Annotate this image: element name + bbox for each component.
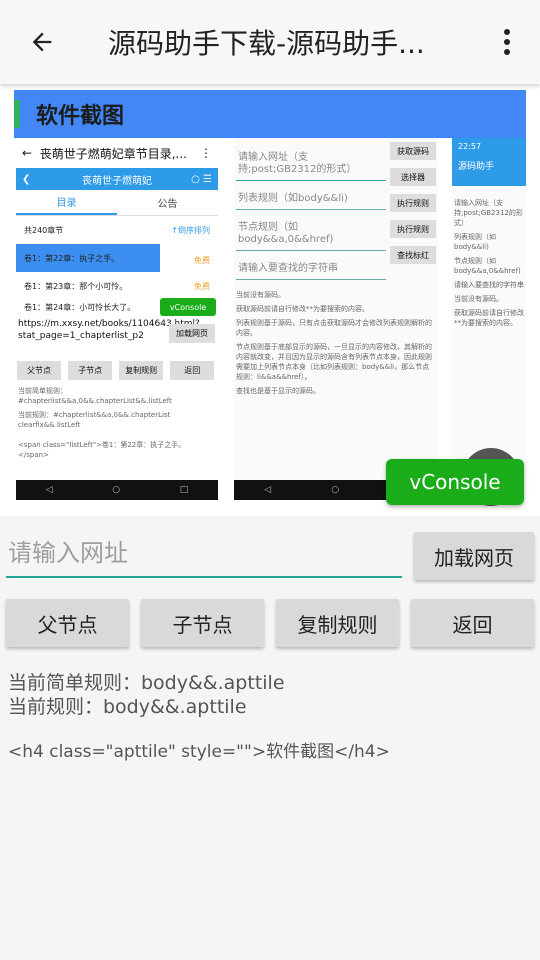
tab-notice: 公告 xyxy=(157,199,178,210)
current-rule-text: 当前规则：body&&.apttile xyxy=(8,696,247,718)
screenshot-text: 获取源码前请自行修改**为要搜索的内容。 xyxy=(236,305,369,313)
screenshot-text: 获取源码前请自行修改**为要搜索的内容。 xyxy=(454,309,524,327)
screenshot-title: 丧萌世子燃萌妃章节目录,... xyxy=(39,146,187,161)
app-screenshot-2: 请输入网址（支持;post;GB2312的形式） 列表规则（如body&&li)… xyxy=(234,138,438,500)
screenshot-find-red-button: 查找标红 xyxy=(390,246,436,264)
chapter-name: 卷1：第24章：小可怜长大了。 xyxy=(24,302,136,312)
more-options-button[interactable] xyxy=(474,0,540,84)
simple-rule-text: 当前简单规则：body&&.apttile xyxy=(8,672,285,694)
screenshot-run-rule-button-2: 执行规则 xyxy=(390,220,436,238)
back-button-bottom[interactable]: 返回 xyxy=(411,599,534,647)
screenshot-text: 当前没有源码。 xyxy=(454,295,503,303)
screenshot-load-button: 加载网页 xyxy=(169,324,215,343)
screenshot-header: 22:57 源码助手 xyxy=(452,138,526,186)
screenshot-run-rule-button: 执行规则 xyxy=(390,194,436,212)
more-vert-icon xyxy=(504,29,510,55)
screenshot-url-input: 请输入网址（支持;post;GB2312的形式） xyxy=(236,148,386,181)
screenshot-app-title: 源码助手 xyxy=(458,162,495,172)
screenshot-search-input: 请输入要查找的字符串 xyxy=(236,259,386,280)
free-tag: 免费 xyxy=(194,281,210,291)
screenshot-parent-button: 父节点 xyxy=(17,361,61,380)
chapter-count: 共240章节 xyxy=(24,225,64,235)
chapter-name: 卷1：第23章：那个小可怜。 xyxy=(24,281,128,291)
screenshot-copy-button: 复制规则 xyxy=(119,361,164,380)
parent-node-button[interactable]: 父节点 xyxy=(6,599,129,647)
screenshot-url-row: https://m.xxsy.net/books/1104643.html?st… xyxy=(16,314,218,358)
back-arrow-icon: ← xyxy=(22,146,40,160)
page-title: 源码助手下载-源码助手... xyxy=(108,27,425,60)
sort-toggle: ↑倒序排列 xyxy=(171,225,210,235)
screenshot-html: <span class="listLeft">卷1：第22章：执子之手。</sp… xyxy=(18,441,186,459)
html-output: <h4 class="apttile" style="">软件截图</h4> xyxy=(8,742,390,762)
screenshot-text: 查找也是基于显示的源码。 xyxy=(236,387,320,395)
screenshot-child-button: 子节点 xyxy=(68,361,113,380)
arrow-back-icon xyxy=(32,32,52,52)
screenshot-simple-rule: 当前简单规则：#chapterlist&&a,0&&.chapterList&&… xyxy=(18,387,172,405)
screenshot-navbar: ◁○□ xyxy=(16,480,218,500)
free-tag: 免费 xyxy=(194,255,210,265)
section-title: 软件截图 xyxy=(36,104,125,129)
url-input[interactable] xyxy=(6,530,402,578)
screenshot-rule: 当前规则：#chapterlist&&a,0&&.chapterList cle… xyxy=(18,411,171,429)
screenshot-time: 22:57 xyxy=(458,142,482,151)
free-tag-1: 免费 xyxy=(158,246,218,274)
more-vert-icon: ⋮ xyxy=(200,146,212,160)
screenshot-bar-title: 丧萌世子燃萌妃 xyxy=(82,175,152,187)
copy-rule-button[interactable]: 复制规则 xyxy=(276,599,399,647)
screenshot-text: 请输入网址（支持;post;GB2312的形式） xyxy=(454,199,523,227)
app-bar: 源码助手下载-源码助手... xyxy=(0,0,540,84)
screenshot-text: 节点规则（如body&&a,0&&href) xyxy=(454,257,521,275)
section-accent-bar xyxy=(14,100,20,128)
chapter-count-row: 共240章节 ↑倒序排列 xyxy=(16,216,218,244)
load-page-button[interactable]: 加载网页 xyxy=(414,532,534,580)
web-view[interactable]: 软件截图 ← 丧萌世子燃萌妃章节目录,... ⋮ ❮ 丧萌世子燃萌妃 ○ ☰ 目… xyxy=(0,84,540,516)
tab-catalog: 目录 xyxy=(16,190,117,215)
vconsole-button[interactable]: vConsole xyxy=(386,459,524,505)
screenshot-tabs: 目录 公告 xyxy=(16,190,218,216)
chevron-left-icon: ❮ xyxy=(22,173,31,185)
section-header: 软件截图 xyxy=(14,90,526,138)
app-screenshot-3: 22:57 源码助手 请输入网址（支持;post;GB2312的形式） 列表规则… xyxy=(452,138,526,500)
screenshot-topbar: ← 丧萌世子燃萌妃章节目录,... ⋮ xyxy=(16,138,218,168)
app-screenshot-1: ← 丧萌世子燃萌妃章节目录,... ⋮ ❮ 丧萌世子燃萌妃 ○ ☰ 目录 公告 … xyxy=(16,138,218,500)
screenshot-selector-button: 选择器 xyxy=(390,168,436,186)
screenshot-node-rule-input: 节点规则（如body&&a,0&&href) xyxy=(236,218,386,251)
screenshot-get-source-button: 获取源码 xyxy=(390,142,436,160)
screenshot-text: 列表规则基于源码，只有点击获取源码才会修改列表规则解析的内容。 xyxy=(236,319,432,337)
screenshot-list-rule-input: 列表规则（如body&&li) xyxy=(236,189,386,210)
list-item: 卷1：第22章：执子之手。 xyxy=(16,244,160,272)
chapter-name: 卷1：第22章：执子之手。 xyxy=(24,253,120,263)
screenshot-text: 请输入要查找的字符串 xyxy=(454,281,524,289)
search-menu-icons: ○ ☰ xyxy=(191,173,212,185)
screenshot-bluebar: ❮ 丧萌世子燃萌妃 ○ ☰ xyxy=(16,168,218,190)
screenshot-url: https://m.xxsy.net/books/1104643.html?st… xyxy=(18,319,200,341)
screenshot-back-button: 返回 xyxy=(170,361,215,380)
screenshot-buttons: 父节点 子节点 复制规则 返回 xyxy=(16,358,218,384)
back-button[interactable] xyxy=(0,0,84,84)
child-node-button[interactable]: 子节点 xyxy=(141,599,264,647)
screenshot-text: 列表规则（如body&&li) xyxy=(454,233,496,251)
screenshot-text: 节点规则基于底部显示的源码，一旦显示的内容修改，其解析的内容就改变，并且因为显示… xyxy=(236,343,432,381)
screenshot-text: 当前没有源码。 xyxy=(236,291,285,299)
list-item: 卷1：第23章：那个小可怜。 免费 xyxy=(16,272,218,300)
